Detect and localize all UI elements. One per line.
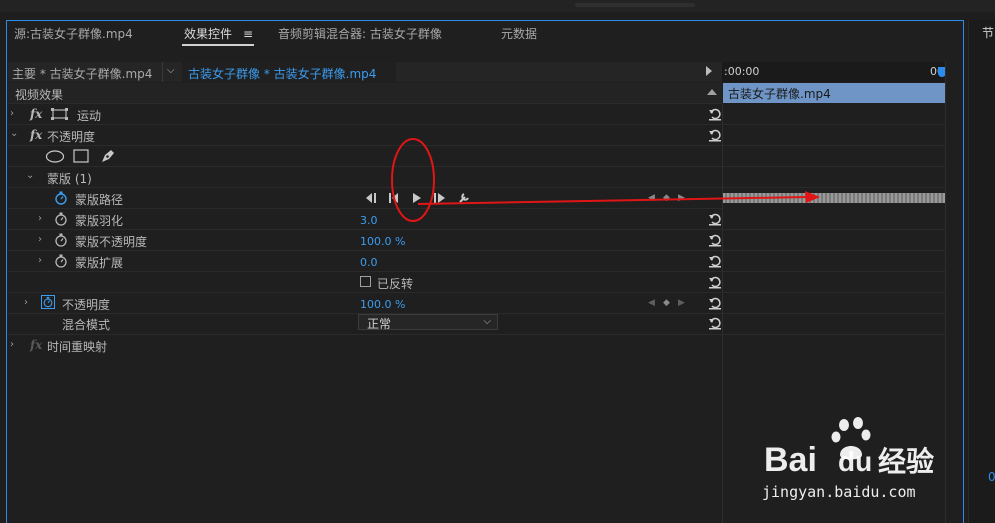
baidu-jingyan-watermark: Bai du 经验 jingyan.baidu.com — [762, 417, 934, 501]
watermark-suffix: 经验 — [878, 445, 934, 478]
annotation-arrow-head — [805, 191, 820, 203]
watermark-brand: Bai — [764, 441, 817, 479]
watermark-brand-du: du — [838, 446, 872, 477]
watermark-url: jingyan.baidu.com — [762, 483, 916, 501]
annotation-circle — [391, 138, 435, 222]
annotation-arrow-line — [417, 196, 809, 205]
